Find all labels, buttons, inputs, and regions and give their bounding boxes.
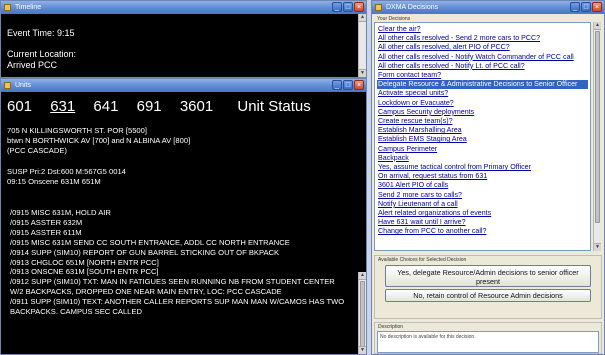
unit-tab-641[interactable]: 641 [93,98,118,115]
choices-group: Available Choices for Selected Decision … [374,255,602,319]
minimize-icon[interactable]: _ [332,80,342,90]
decision-item[interactable]: All other calls resolved - Notify Watch … [377,53,588,62]
unit-status-heading: Unit Status [237,98,311,115]
unit-tab-3601[interactable]: 3601 [180,98,213,115]
timeline-scrollbar[interactable]: ▲ ▼ [358,14,366,77]
unit-tab-bar: 601 631 641 691 3601 Unit Status [7,98,366,116]
retain-control-button[interactable]: No, retain control of Resource Admin dec… [385,289,591,302]
scroll-thumb[interactable] [360,281,365,349]
decision-item[interactable]: Send 2 more cars to calls? [377,191,588,200]
timeline-title: Timeline [15,4,42,11]
maximize-icon[interactable]: □ [581,2,591,12]
app-icon [4,82,11,89]
decision-item[interactable]: Establish EMS Staging Area [377,135,588,144]
maximize-icon[interactable]: □ [343,2,353,12]
minimize-icon[interactable]: _ [570,2,580,12]
choices-label: Available Choices for Selected Decision [378,257,467,263]
close-icon[interactable]: × [354,2,364,12]
close-icon[interactable]: × [592,2,602,12]
unit-window-title: Units [15,82,31,89]
scroll-down-icon[interactable]: ▼ [359,346,366,354]
unit-tab-631[interactable]: 631 [50,98,75,115]
event-time: Event Time: 9:15 [7,28,75,38]
scroll-up-icon[interactable]: ▲ [359,272,366,280]
log-entry: /0915 ASSTER 632M [10,217,83,227]
unit-titlebar[interactable]: Units _ □ × [1,79,366,92]
minimize-icon[interactable]: _ [332,2,342,12]
decisions-titlebar[interactable]: DXMA Decisions _ □ × [372,1,604,14]
decision-item[interactable]: Clear the air? [377,25,588,34]
scroll-up-icon[interactable]: ▲ [594,22,601,30]
decision-item[interactable]: Backpack [377,154,588,163]
log-entry: /0915 ASSTER 611M [10,227,82,237]
description-text: No description is available for this dec… [377,331,599,353]
app-icon [375,4,382,11]
scroll-down-icon[interactable]: ▼ [594,243,601,251]
decisions-title: DXMA Decisions [386,4,439,11]
decision-item[interactable]: All other calls resolved, alert PIO of P… [377,43,588,52]
decision-item[interactable]: Change from PCC to another call? [377,227,588,236]
decision-item[interactable]: 3601 Alert PIO of calls [377,181,588,190]
log-entry: /0913 ONSCNE 631M [SOUTH ENTR PCC] [10,267,159,277]
decision-item[interactable]: All other calls resolved - Send 2 more c… [377,34,588,43]
address-line: (PCC CASCADE) [7,146,67,155]
description-group: Description No description is available … [374,322,602,354]
status-line: 09:15 Onscene 631M 651M [7,177,101,186]
decision-item[interactable]: Create rescue team(s)? [377,117,588,126]
location-label: Current Location: [7,49,77,59]
unit-status-window: Units _ □ × 601 631 641 691 3601 Unit St… [0,78,367,355]
event-log: /0915 MISC 631M, HOLD AIR /0915 ASSTER 6… [7,208,346,317]
log-entry: /0911 SUPP (SIM10) TEXT: ANOTHER CALLER … [10,297,345,317]
location-value: Arrived PCC [7,60,58,70]
decisions-window: DXMA Decisions _ □ × Your Decisions Clea… [371,0,605,355]
decision-item[interactable]: Yes, assume tactical control from Primar… [377,163,588,172]
decision-item[interactable]: Delegate Resource & Administrative Decis… [377,80,588,90]
decision-list[interactable]: Clear the air? All other calls resolved -… [374,22,591,251]
status-line: SUSP Pri:2 Dst:600 M:567G5 0014 [7,167,126,176]
decision-item[interactable]: Campus Security deployments [377,108,588,117]
address-line: 705 N KILLINGSWORTH ST. POR [5500] [7,126,147,135]
decision-item[interactable]: Notify Lieutenant of a call [377,200,588,209]
timeline-window: Timeline _ □ × Event Time: 9:15 Current … [0,0,367,78]
decision-item[interactable]: On arrival, request status from 631 [377,172,588,181]
delegate-yes-button[interactable]: Yes, delegate Resource/Admin decisions t… [385,265,591,287]
log-scrollbar[interactable]: ▲ ▼ [358,272,366,354]
decision-list-scrollbar[interactable]: ▲ ▼ [593,22,601,251]
decision-item[interactable]: All other calls resolved - Notify Lt. of… [377,62,588,71]
status-block: SUSP Pri:2 Dst:600 M:567G5 0014 09:15 On… [7,167,366,187]
maximize-icon[interactable]: □ [343,80,353,90]
log-entry: /0912 SUPP (SIM10) TXT: MAN IN FATIGUES … [10,277,335,297]
decision-item[interactable]: Form contact team? [377,71,588,80]
log-entry: /0915 MISC 631M, HOLD AIR [10,208,111,217]
decision-item[interactable]: Have 631 wait until I arrive? [377,218,588,227]
scroll-up-icon[interactable]: ▲ [359,14,366,22]
description-label: Description [378,324,404,330]
log-entry: /0913 CHGLOC 651M [NORTH ENTR PCC] [10,257,159,267]
decision-item[interactable]: Activate special units? [377,89,588,98]
address-block: 705 N KILLINGSWORTH ST. POR [5500] btwn … [7,126,366,156]
decision-item[interactable]: Alert related organizations of events [377,209,588,218]
decision-item[interactable]: Establish Marshalling Area [377,126,588,135]
log-entry: /0914 SUPP (SIM10) REPORT OF GUN BARREL … [10,247,280,257]
decision-item[interactable]: Campus Perimeter [377,145,588,154]
app-icon [4,4,11,11]
log-entry: /0915 MISC 631M SEND CC SOUTH ENTRANCE, … [10,237,290,247]
scroll-thumb[interactable] [595,31,600,223]
timeline-titlebar[interactable]: Timeline _ □ × [1,1,366,14]
unit-tab-691[interactable]: 691 [137,98,162,115]
close-icon[interactable]: × [354,80,364,90]
address-line: btwn N BORTHWICK AV [700] and N ALBINA A… [7,136,191,145]
decision-item[interactable]: Lockdown or Evacuate? [377,99,588,108]
scroll-down-icon[interactable]: ▼ [359,69,366,77]
unit-tab-601[interactable]: 601 [7,98,32,115]
